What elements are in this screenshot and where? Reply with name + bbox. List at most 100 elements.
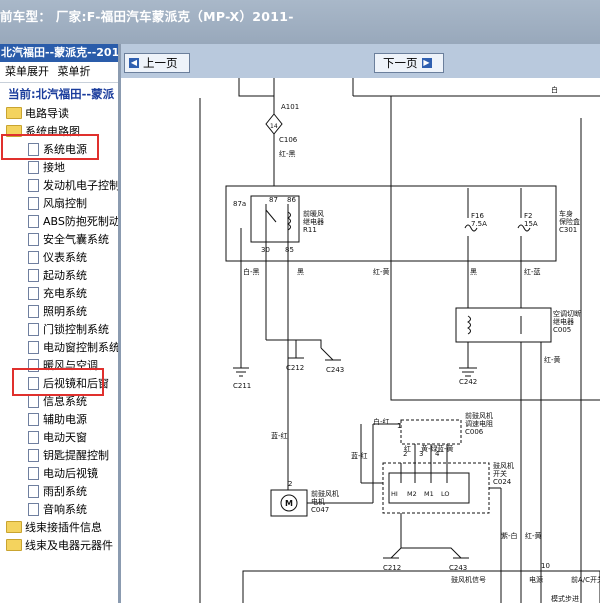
tree-item[interactable]: 电路导读 bbox=[6, 105, 69, 123]
svg-text:红-黑: 红-黑 bbox=[279, 149, 296, 158]
tree-item[interactable]: 起动系统 bbox=[28, 267, 87, 285]
document-icon bbox=[28, 214, 39, 228]
svg-text:电源: 电源 bbox=[529, 575, 543, 584]
tree-item[interactable]: 电动窗控制系统 bbox=[28, 339, 120, 357]
tree-item[interactable]: 仪表系统 bbox=[28, 249, 87, 267]
svg-text:开关: 开关 bbox=[493, 469, 507, 478]
expand-menu-button[interactable]: 菜单展开 bbox=[5, 65, 49, 78]
document-icon bbox=[28, 322, 39, 336]
svg-text:鼓风机信号: 鼓风机信号 bbox=[451, 575, 486, 584]
svg-text:M2: M2 bbox=[407, 490, 417, 498]
svg-text:红: 红 bbox=[404, 444, 411, 453]
svg-text:鼓风机: 鼓风机 bbox=[493, 461, 514, 470]
svg-text:C047: C047 bbox=[311, 506, 329, 514]
svg-text:C106: C106 bbox=[279, 136, 298, 144]
highlight-hvac bbox=[12, 368, 104, 396]
document-icon bbox=[28, 160, 39, 174]
tree-item[interactable]: 电动天窗 bbox=[28, 429, 87, 447]
tree-item[interactable]: 发动机电子控制 bbox=[28, 177, 118, 195]
document-icon bbox=[28, 340, 39, 354]
tree-item-label: 起动系统 bbox=[43, 269, 87, 282]
svg-text:10: 10 bbox=[541, 562, 550, 570]
current-vehicle-label: 当前:北汽福田--蒙派 bbox=[8, 87, 115, 101]
svg-text:HI: HI bbox=[391, 490, 398, 498]
tree-item[interactable]: 安全气囊系统 bbox=[28, 231, 109, 249]
tree-item-label: 门锁控制系统 bbox=[43, 323, 109, 336]
tree-item-label: 钥匙提醒控制 bbox=[43, 449, 109, 462]
document-icon bbox=[28, 448, 39, 462]
svg-text:30: 30 bbox=[261, 246, 270, 254]
svg-text:模式步进: 模式步进 bbox=[551, 594, 579, 603]
svg-text:黑: 黑 bbox=[297, 268, 304, 276]
svg-text:C212: C212 bbox=[286, 364, 304, 372]
tree-item[interactable]: 风扇控制 bbox=[28, 195, 87, 213]
document-icon bbox=[28, 412, 39, 426]
document-icon bbox=[28, 286, 39, 300]
sidebar: 北汽福田--蒙派克--2011 菜单展开 菜单折 当前:北汽福田--蒙派 电路导… bbox=[0, 44, 121, 603]
svg-text:87a: 87a bbox=[233, 200, 246, 208]
svg-text:电机: 电机 bbox=[311, 497, 325, 506]
wiring-diagram: 白 A101 14 C106 红-黑 87a 87 86 30 85 前暖风 继… bbox=[199, 78, 600, 603]
tree-item[interactable]: 钥匙提醒控制 bbox=[28, 447, 109, 465]
next-page-button[interactable]: 下一页 ▶ bbox=[374, 53, 444, 73]
tree-item[interactable]: 门锁控制系统 bbox=[28, 321, 109, 339]
svg-text:继电器: 继电器 bbox=[303, 217, 324, 226]
svg-text:紫-白: 紫-白 bbox=[501, 531, 518, 540]
tree-item-label: 辅助电源 bbox=[43, 413, 87, 426]
svg-text:黑: 黑 bbox=[470, 268, 477, 276]
svg-text:蓝-黄: 蓝-黄 bbox=[437, 444, 454, 453]
tree-item-label: 安全气囊系统 bbox=[43, 233, 109, 246]
document-icon bbox=[28, 502, 39, 516]
content-pane: ◀ 上一页 下一页 ▶ 白 A101 14 C106 红-黑 87a 87 86… bbox=[121, 44, 600, 603]
svg-text:15A: 15A bbox=[524, 220, 538, 228]
svg-text:C242: C242 bbox=[459, 378, 477, 386]
tree-item[interactable]: 辅助电源 bbox=[28, 411, 87, 429]
svg-text:前暖风: 前暖风 bbox=[303, 209, 324, 218]
svg-text:F16: F16 bbox=[471, 212, 484, 220]
svg-text:C005: C005 bbox=[553, 326, 571, 334]
svg-text:C301: C301 bbox=[559, 226, 577, 234]
tree-item[interactable]: 充电系统 bbox=[28, 285, 87, 303]
svg-text:87: 87 bbox=[269, 196, 278, 204]
svg-text:LO: LO bbox=[441, 490, 450, 498]
svg-text:7.5A: 7.5A bbox=[471, 220, 487, 228]
svg-text:C024: C024 bbox=[493, 478, 512, 486]
tree-item[interactable]: 雨刮系统 bbox=[28, 483, 87, 501]
tree-item[interactable]: 接地 bbox=[28, 159, 65, 177]
tree-item-label: 信息系统 bbox=[43, 395, 87, 408]
svg-text:14: 14 bbox=[270, 123, 278, 130]
tree-item-label: 电动窗控制系统 bbox=[43, 341, 120, 354]
svg-text:F2: F2 bbox=[524, 212, 532, 220]
svg-text:86: 86 bbox=[287, 196, 296, 204]
svg-text:C006: C006 bbox=[465, 428, 484, 436]
svg-text:M1: M1 bbox=[424, 490, 434, 498]
folder-icon bbox=[6, 521, 22, 533]
tree-item[interactable]: 音响系统 bbox=[28, 501, 87, 519]
tree-item[interactable]: 线束及电器元器件 bbox=[6, 537, 113, 555]
prev-page-button[interactable]: ◀ 上一页 bbox=[124, 53, 190, 73]
tree-item-label: 线束接插件信息 bbox=[25, 521, 102, 534]
tree-item-label: 电动后视镜 bbox=[43, 467, 98, 480]
document-icon bbox=[28, 430, 39, 444]
highlight-system-diagram bbox=[1, 134, 99, 160]
svg-text:R11: R11 bbox=[303, 226, 317, 234]
document-icon bbox=[28, 466, 39, 480]
tree-item-label: 电路导读 bbox=[25, 107, 69, 120]
tree-item[interactable]: 线束接插件信息 bbox=[6, 519, 102, 537]
tree-item-label: 充电系统 bbox=[43, 287, 87, 300]
svg-text:C243: C243 bbox=[449, 564, 467, 572]
tree-item[interactable]: 照明系统 bbox=[28, 303, 87, 321]
document-icon bbox=[28, 178, 39, 192]
right-arrow-icon: ▶ bbox=[421, 57, 432, 68]
svg-text:红-黄: 红-黄 bbox=[373, 267, 390, 276]
tree-item[interactable]: 电动后视镜 bbox=[28, 465, 98, 483]
svg-text:M: M bbox=[285, 499, 293, 508]
document-icon bbox=[28, 304, 39, 318]
svg-text:C212: C212 bbox=[383, 564, 401, 572]
tree-item-label: 照明系统 bbox=[43, 305, 87, 318]
collapse-menu-button[interactable]: 菜单折 bbox=[58, 65, 91, 78]
tree-item[interactable]: ABS防抱死制动 bbox=[28, 213, 118, 231]
svg-text:白-黑: 白-黑 bbox=[243, 267, 260, 276]
folder-icon bbox=[6, 539, 22, 551]
document-icon bbox=[28, 484, 39, 498]
